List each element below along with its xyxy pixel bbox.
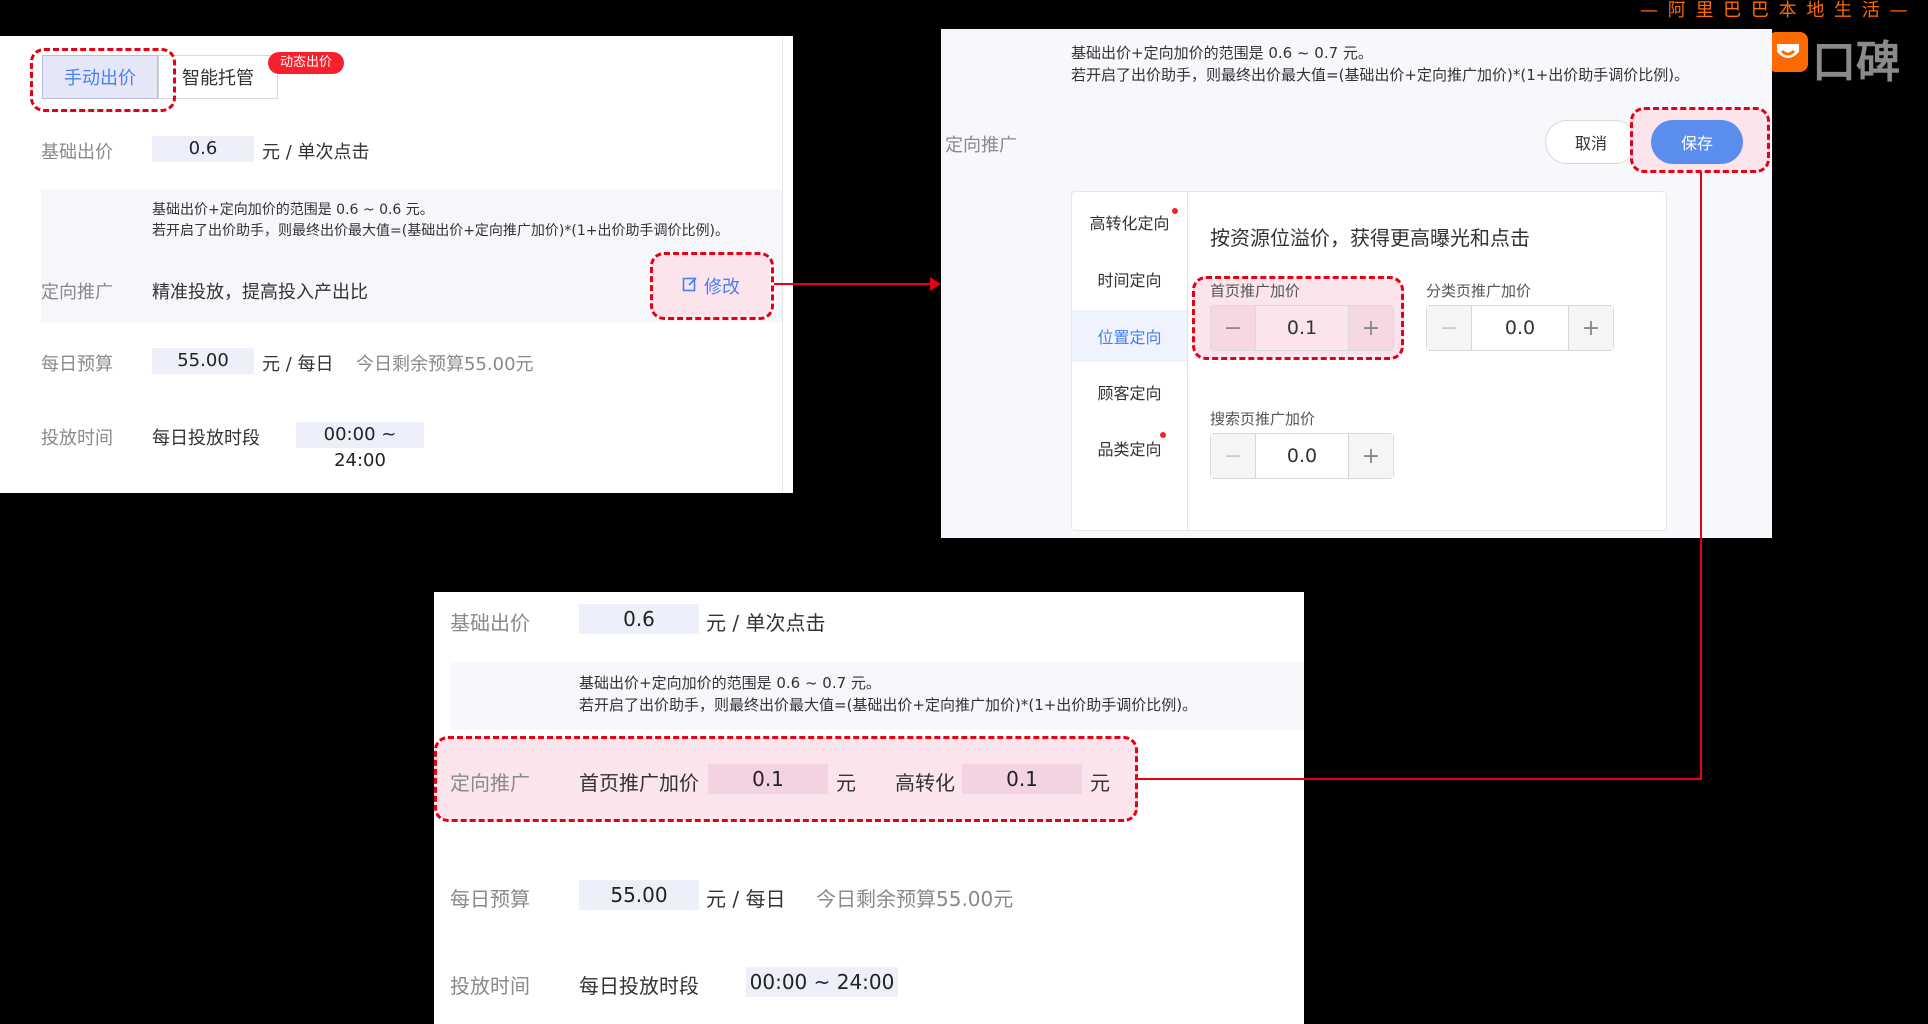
connector-save-vertical: [1700, 172, 1702, 780]
targeting-editor-card: 高转化定向 时间定向 位置定向 顾客定向 品类定向 按资源位溢价，获得更高曝光和…: [1071, 191, 1667, 531]
result-bid-range-tip: 基础出价+定向加价的范围是 0.6 ~ 0.7 元。 若开启了出价助手，则最终出…: [450, 662, 1304, 730]
menu-item-customer-label: 顾客定向: [1097, 384, 1162, 403]
menu-item-time[interactable]: 时间定向: [1072, 257, 1187, 301]
panel-right-border: [782, 36, 783, 493]
bid-range-tip-line2: 若开启了出价助手，则最终出价最大值=(基础出价+定向推广加价)*(1+出价助手调…: [152, 223, 729, 239]
schedule-label: 投放时间: [41, 428, 113, 449]
connector-save-horizontal: [1138, 778, 1701, 780]
panel-manual-bid: 手动出价 智能托管 动态出价 基础出价 0.6 元 / 单次点击 基础出价+定向…: [0, 36, 793, 493]
result-budget-value[interactable]: 55.00: [579, 880, 699, 910]
search-bid-label: 搜索页推广加价: [1210, 410, 1316, 428]
edit-targeting-label: 修改: [704, 277, 740, 298]
schedule-text: 每日投放时段: [152, 428, 260, 449]
daily-budget-label: 每日预算: [41, 354, 113, 375]
result-base-bid-unit: 元 / 单次点击: [706, 611, 826, 635]
bid-range-tip-line1: 基础出价+定向加价的范围是 0.6 ~ 0.6 元。: [152, 202, 434, 218]
result-schedule-value[interactable]: 00:00 ~ 24:00: [746, 967, 898, 997]
panel-result: 基础出价 0.6 元 / 单次点击 基础出价+定向加价的范围是 0.6 ~ 0.…: [434, 592, 1304, 1024]
panel-targeting-editor: 基础出价+定向加价的范围是 0.6 ~ 0.7 元。 若开启了出价助手，则最终出…: [941, 29, 1772, 538]
result-conversion-unit: 元: [1090, 771, 1110, 795]
category-bid-label: 分类页推广加价: [1426, 282, 1532, 300]
targeting-menu: 高转化定向 时间定向 位置定向 顾客定向 品类定向: [1072, 192, 1188, 530]
home-bid-stepper[interactable]: − 0.1 +: [1210, 305, 1394, 351]
result-base-bid-label: 基础出价: [450, 611, 530, 635]
cancel-button-label: 取消: [1574, 134, 1607, 153]
result-tip-line1: 基础出价+定向加价的范围是 0.6 ~ 0.7 元。: [579, 674, 881, 692]
editor-tip-line1: 基础出价+定向加价的范围是 0.6 ~ 0.7 元。: [1071, 44, 1373, 62]
tab-manual-bid[interactable]: 手动出价: [42, 55, 158, 99]
result-home-bid-label: 首页推广加价: [579, 771, 699, 795]
koubei-logo-icon: [1768, 32, 1808, 72]
daily-budget-value[interactable]: 55.00: [152, 348, 254, 374]
search-bid-plus-button[interactable]: +: [1348, 434, 1393, 478]
result-remaining-budget: 今日剩余预算55.00元: [816, 887, 1014, 911]
result-base-bid-value[interactable]: 0.6: [579, 604, 699, 634]
result-tip-line2: 若开启了出价助手，则最终出价最大值=(基础出价+定向推广加价)*(1+出价助手调…: [579, 696, 1198, 714]
tab-manual-bid-label: 手动出价: [64, 68, 136, 89]
result-targeting-label: 定向推广: [450, 771, 530, 795]
result-home-bid-unit: 元: [836, 771, 856, 795]
dynamic-bid-badge: 动态出价: [268, 52, 344, 74]
result-schedule-text: 每日投放时段: [579, 974, 699, 998]
result-conversion-value[interactable]: 0.1: [962, 764, 1082, 794]
base-bid-label: 基础出价: [41, 142, 113, 163]
category-bid-value[interactable]: 0.0: [1472, 306, 1568, 350]
menu-item-category[interactable]: 品类定向: [1072, 426, 1187, 470]
tab-smart-managed-label: 智能托管: [182, 68, 254, 89]
editor-targeting-label: 定向推广: [945, 135, 1017, 156]
save-button[interactable]: 保存: [1651, 120, 1743, 164]
brand-tagline: — 阿 里 巴 巴 本 地 生 活 —: [1640, 0, 1910, 21]
menu-item-high-conversion[interactable]: 高转化定向: [1072, 200, 1187, 244]
search-bid-stepper[interactable]: − 0.0 +: [1210, 433, 1394, 479]
tab-smart-managed[interactable]: 智能托管: [158, 55, 278, 99]
edit-icon: [682, 276, 698, 297]
remaining-budget: 今日剩余预算55.00元: [356, 354, 534, 375]
targeting-label: 定向推广: [41, 282, 113, 303]
save-button-label: 保存: [1680, 134, 1713, 153]
base-bid-unit: 元 / 单次点击: [262, 142, 370, 163]
schedule-value[interactable]: 00:00 ~ 24:00: [296, 422, 424, 471]
home-bid-plus-button[interactable]: +: [1348, 306, 1393, 350]
category-bid-plus-button[interactable]: +: [1568, 306, 1613, 350]
menu-item-location-label: 位置定向: [1097, 328, 1162, 347]
category-bid-stepper[interactable]: − 0.0 +: [1426, 305, 1614, 351]
menu-item-time-label: 时间定向: [1097, 271, 1162, 290]
cancel-button[interactable]: 取消: [1545, 120, 1637, 164]
brand-name: 口碑: [1812, 37, 1900, 88]
base-bid-value[interactable]: 0.6: [152, 136, 254, 162]
result-home-bid-value[interactable]: 0.1: [708, 764, 828, 794]
category-dot: [1160, 432, 1166, 438]
targeting-desc: 精准投放，提高投入产出比: [152, 282, 368, 303]
bid-range-tip: 基础出价+定向加价的范围是 0.6 ~ 0.6 元。 若开启了出价助手，则最终出…: [41, 189, 782, 257]
search-bid-value[interactable]: 0.0: [1256, 434, 1348, 478]
daily-budget-unit: 元 / 每日: [262, 354, 334, 375]
home-bid-value[interactable]: 0.1: [1256, 306, 1348, 350]
connector-edit-to-editor: [774, 283, 930, 285]
editor-tip-line2: 若开启了出价助手，则最终出价最大值=(基础出价+定向推广加价)*(1+出价助手调…: [1071, 66, 1690, 84]
menu-item-location[interactable]: 位置定向: [1072, 310, 1187, 362]
high-conversion-dot: [1172, 208, 1178, 214]
home-bid-minus-button[interactable]: −: [1211, 306, 1256, 350]
connector-arrowhead-icon: [930, 277, 941, 291]
result-budget-label: 每日预算: [450, 887, 530, 911]
menu-item-high-conversion-label: 高转化定向: [1089, 214, 1170, 233]
menu-item-category-label: 品类定向: [1097, 440, 1162, 459]
category-bid-minus-button[interactable]: −: [1427, 306, 1472, 350]
result-conversion-label: 高转化: [895, 771, 955, 795]
edit-targeting-button[interactable]: 修改: [652, 254, 770, 318]
menu-item-customer[interactable]: 顾客定向: [1072, 370, 1187, 414]
home-bid-label: 首页推广加价: [1210, 282, 1301, 300]
search-bid-minus-button[interactable]: −: [1211, 434, 1256, 478]
result-schedule-label: 投放时间: [450, 974, 530, 998]
location-heading: 按资源位溢价，获得更高曝光和点击: [1210, 226, 1530, 250]
result-budget-unit: 元 / 每日: [706, 887, 786, 911]
